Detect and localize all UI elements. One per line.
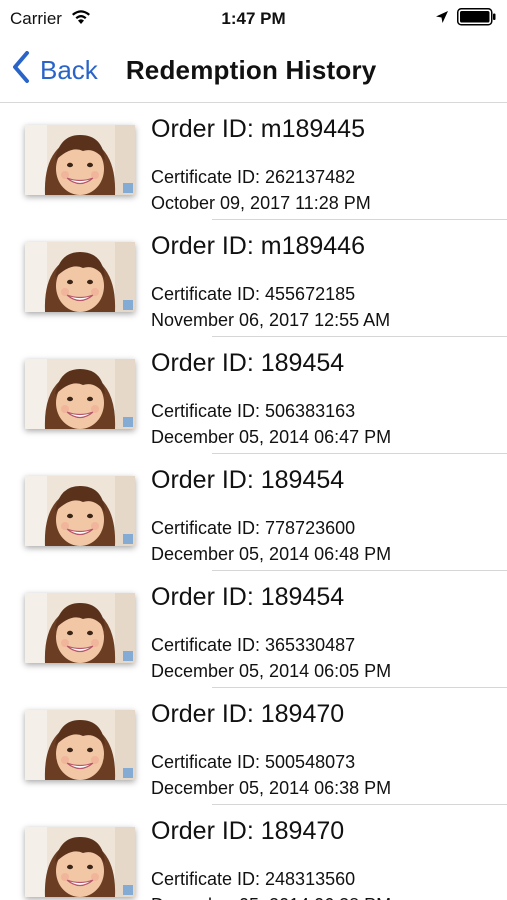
certificate-id: Certificate ID: 506383163 bbox=[151, 401, 356, 421]
page-title: Redemption History bbox=[125, 54, 377, 85]
battery-icon bbox=[457, 7, 497, 31]
status-right bbox=[435, 7, 497, 31]
order-id: Order ID: 189470 bbox=[151, 700, 345, 728]
redemption-date: December 05, 2014 06:38 PM bbox=[151, 778, 392, 798]
app-screen: Carrier 1:47 PM Back Redemption History … bbox=[0, 0, 507, 900]
certificate-id: Certificate ID: 248313560 bbox=[151, 869, 356, 889]
order-id: Order ID: 189470 bbox=[151, 817, 345, 845]
child-photo-thumbnail bbox=[25, 593, 135, 663]
carrier-label: Carrier bbox=[10, 9, 62, 28]
order-id: Order ID: m189446 bbox=[151, 232, 365, 260]
status-left: Carrier bbox=[10, 9, 92, 30]
back-label: Back bbox=[40, 54, 98, 85]
certificate-id: Certificate ID: 455672185 bbox=[151, 284, 356, 304]
redemption-date: October 09, 2017 11:28 PM bbox=[151, 193, 371, 213]
list-item[interactable]: Order ID: 189470 Certificate ID: 5005480… bbox=[0, 688, 507, 805]
child-photo-thumbnail bbox=[25, 476, 135, 546]
order-id: Order ID: m189445 bbox=[151, 115, 365, 143]
navigation-bar: Back Redemption History bbox=[0, 38, 507, 103]
child-photo-thumbnail bbox=[25, 242, 135, 312]
back-button[interactable]: Back bbox=[12, 50, 98, 90]
wifi-icon bbox=[70, 9, 92, 30]
chevron-left-icon bbox=[12, 50, 40, 90]
location-icon bbox=[435, 9, 449, 29]
order-id: Order ID: 189454 bbox=[151, 466, 345, 494]
child-photo-thumbnail bbox=[25, 359, 135, 429]
child-photo-thumbnail bbox=[25, 710, 135, 780]
redemption-date: December 05, 2014 06:05 PM bbox=[151, 661, 392, 681]
order-id: Order ID: 189454 bbox=[151, 583, 345, 611]
certificate-id: Certificate ID: 500548073 bbox=[151, 752, 356, 772]
status-time: 1:47 PM bbox=[221, 9, 286, 28]
list-item[interactable]: Order ID: m189445 Certificate ID: 262137… bbox=[0, 103, 507, 220]
list-item[interactable]: Order ID: m189446 Certificate ID: 455672… bbox=[0, 220, 507, 337]
certificate-id: Certificate ID: 365330487 bbox=[151, 635, 356, 655]
redemption-date: November 06, 2017 12:55 AM bbox=[151, 310, 391, 330]
certificate-id: Certificate ID: 778723600 bbox=[151, 518, 356, 538]
list-item[interactable]: Order ID: 189454 Certificate ID: 3653304… bbox=[0, 571, 507, 688]
redemption-date: December 05, 2014 06:48 PM bbox=[151, 544, 392, 564]
redemption-date: December 05, 2014 06:47 PM bbox=[151, 427, 392, 447]
list-item[interactable]: Order ID: 189454 Certificate ID: 5063831… bbox=[0, 337, 507, 454]
list-item[interactable]: Order ID: 189454 Certificate ID: 7787236… bbox=[0, 454, 507, 571]
child-photo-thumbnail bbox=[25, 827, 135, 897]
redemption-list[interactable]: Order ID: m189445 Certificate ID: 262137… bbox=[0, 103, 507, 900]
list-item[interactable]: Order ID: 189470 Certificate ID: 2483135… bbox=[0, 805, 507, 900]
certificate-id: Certificate ID: 262137482 bbox=[151, 167, 356, 187]
redemption-date: December 05, 2014 06:38 PM bbox=[151, 895, 391, 900]
order-id: Order ID: 189454 bbox=[151, 349, 345, 377]
status-bar: Carrier 1:47 PM bbox=[0, 0, 507, 38]
child-photo-thumbnail bbox=[25, 125, 135, 195]
